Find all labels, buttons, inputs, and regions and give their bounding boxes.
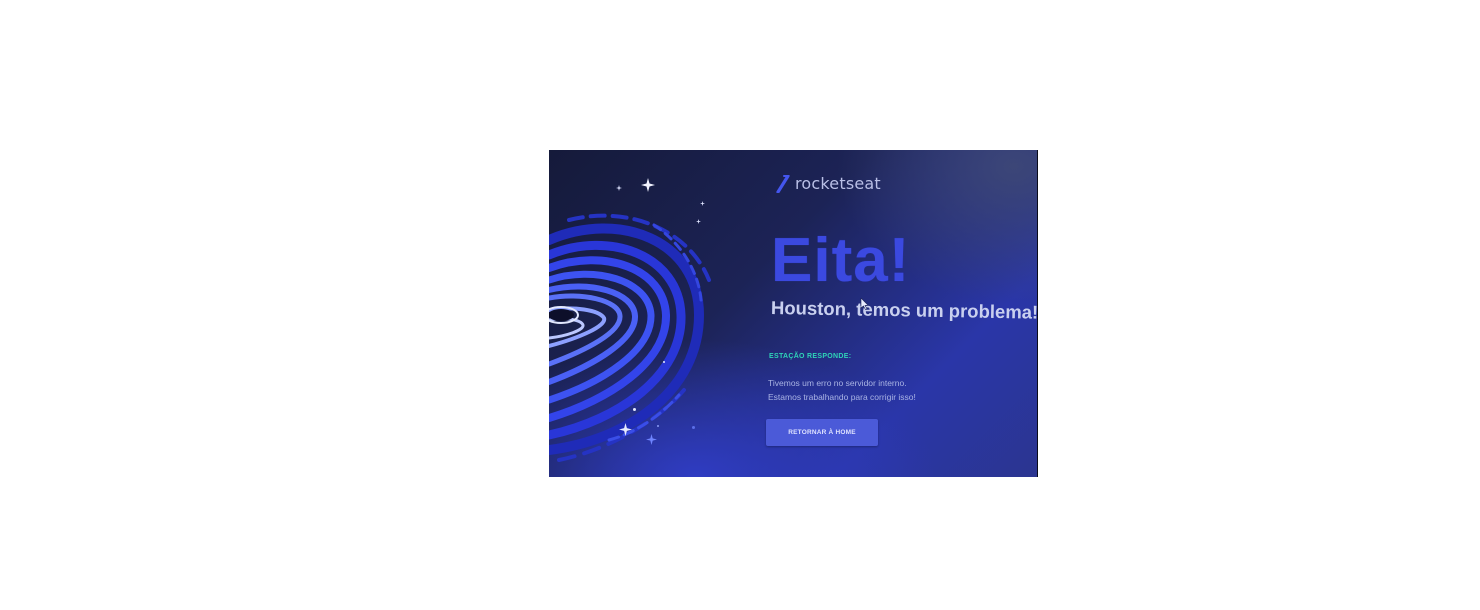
black-hole-illustration <box>549 213 711 462</box>
return-home-button[interactable]: RETORNAR À HOME <box>766 419 878 446</box>
error-subheadline: Houston, temos um problema! <box>770 297 1038 323</box>
sparkle-star-icon <box>641 178 655 192</box>
sparkle-star-icon <box>619 423 632 436</box>
error-headline: Eita! <box>771 226 911 295</box>
error-message: Tivemos um erro no servidor interno. Est… <box>768 376 916 404</box>
error-message-line: Estamos trabalhando para corrigir isso! <box>768 392 916 402</box>
sparkle-star-icon <box>696 219 701 224</box>
sparkle-star-icon <box>700 201 705 206</box>
brand-logo[interactable]: rocketseat <box>775 174 881 193</box>
star-dot <box>663 361 665 363</box>
star-dot <box>633 408 636 411</box>
sparkle-star-icon <box>646 434 657 445</box>
rocket-slash-icon <box>776 174 790 193</box>
star-dot <box>657 425 659 427</box>
brand-name: rocketseat <box>795 174 881 193</box>
sparkle-star-icon <box>616 185 622 191</box>
error-message-line: Tivemos um erro no servidor interno. <box>768 378 907 388</box>
error-page-photo: rocketseat Eita! Houston, temos um probl… <box>549 150 1038 477</box>
mouse-cursor-icon <box>860 298 869 310</box>
star-dot <box>692 426 695 429</box>
station-label: ESTAÇÃO RESPONDE: <box>769 353 852 360</box>
